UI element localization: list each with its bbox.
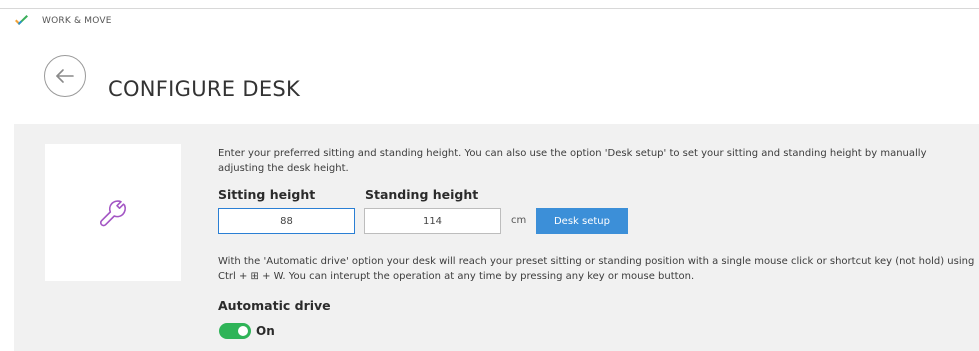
toggle-state-label: On xyxy=(256,324,275,338)
desk-setup-button[interactable]: Desk setup xyxy=(536,208,628,234)
height-unit-label: cm xyxy=(511,215,527,226)
sitting-height-label: Sitting height xyxy=(218,187,316,202)
automatic-drive-toggle[interactable]: On xyxy=(219,323,275,339)
standing-height-input[interactable] xyxy=(364,208,501,234)
checkmark-logo-icon xyxy=(15,15,28,25)
tool-tile xyxy=(45,144,181,281)
page-title: CONFIGURE DESK xyxy=(108,77,301,102)
arrow-left-icon xyxy=(56,69,74,83)
automatic-drive-description: With the 'Automatic drive' option your d… xyxy=(218,256,975,282)
standing-height-label: Standing height xyxy=(365,187,479,202)
app-name: WORK & MOVE xyxy=(42,16,112,26)
toggle-knob xyxy=(238,326,248,336)
sitting-height-input[interactable] xyxy=(218,208,355,234)
wrench-icon xyxy=(99,199,127,226)
back-button[interactable] xyxy=(44,55,86,97)
app-header: WORK & MOVE xyxy=(14,14,112,28)
toggle-track xyxy=(219,323,251,339)
top-divider xyxy=(0,8,979,9)
height-description: Enter your preferred sitting and standin… xyxy=(218,148,927,174)
desk-settings-panel: Enter your preferred sitting and standin… xyxy=(14,124,979,351)
configure-desk-page: WORK & MOVE CONFIGURE DESK Enter your pr… xyxy=(0,0,979,351)
automatic-drive-label: Automatic drive xyxy=(218,298,331,313)
